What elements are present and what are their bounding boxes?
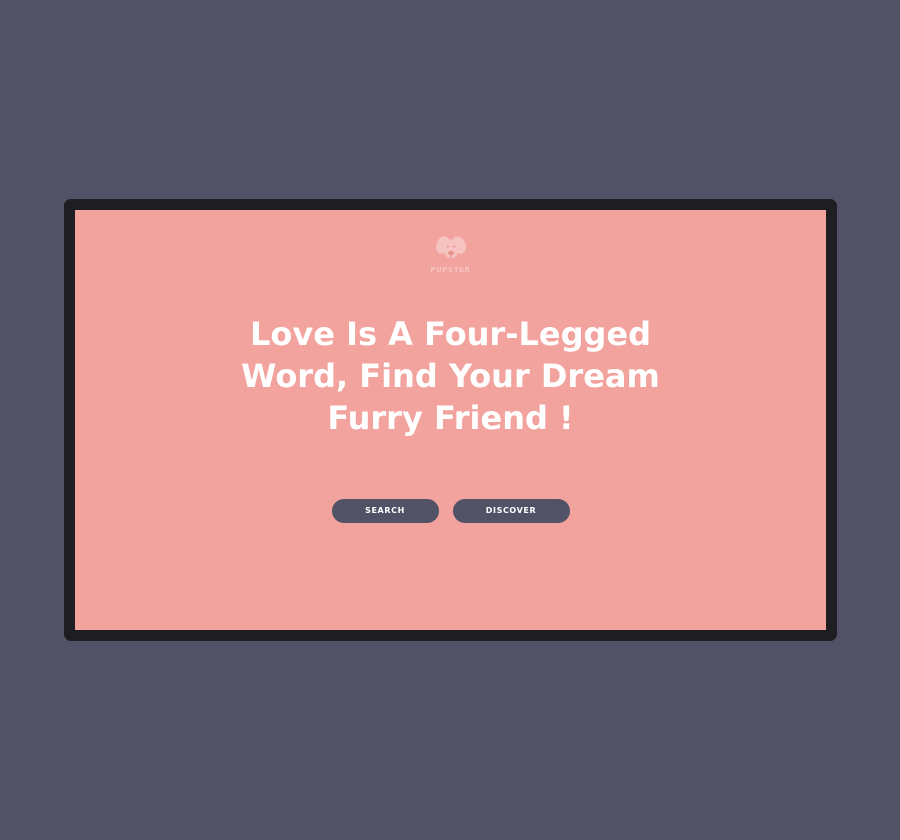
device-frame: PUPSTER Love Is A Four-Legged Word, Find… <box>64 199 837 641</box>
search-button[interactable]: SEARCH <box>331 499 439 523</box>
brand-name: PUPSTER <box>430 266 471 274</box>
dog-face-icon <box>435 236 466 259</box>
brand: PUPSTER <box>75 234 826 274</box>
screen: PUPSTER Love Is A Four-Legged Word, Find… <box>75 210 826 630</box>
hero-title: Love Is A Four-Legged Word, Find Your Dr… <box>241 315 660 437</box>
hero-actions: SEARCH DISCOVER <box>75 499 826 523</box>
discover-button[interactable]: DISCOVER <box>452 499 570 523</box>
